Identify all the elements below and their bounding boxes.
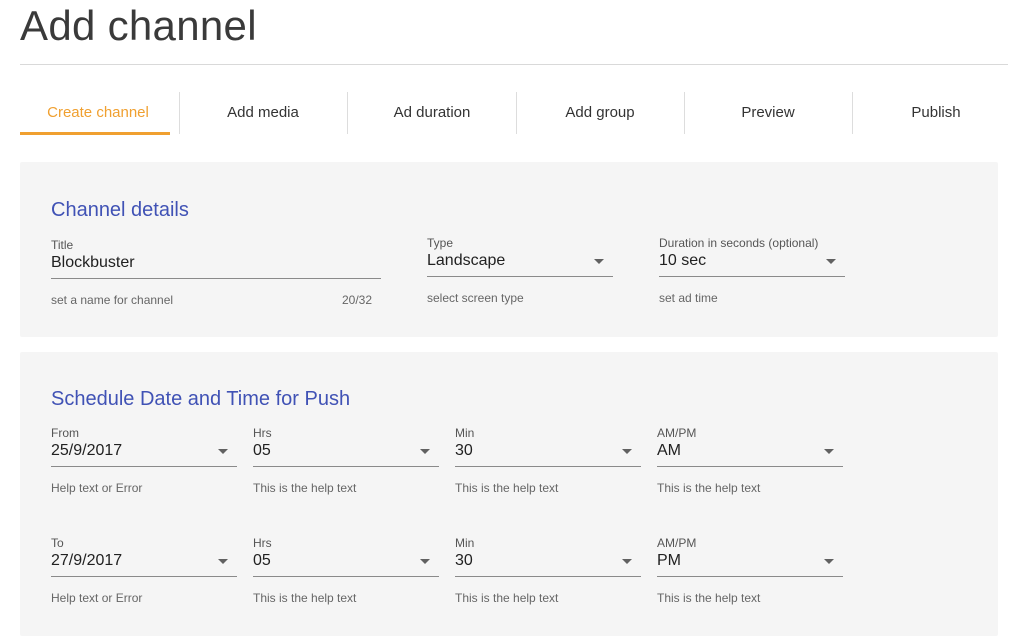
page-title: Add channel [20, 2, 257, 49]
dropdown-arrow-icon[interactable] [622, 449, 632, 454]
to-ampm-help-text: This is the help text [657, 591, 761, 605]
channel-details-card: Channel details Title Blockbuster set a … [20, 162, 998, 337]
type-value[interactable]: Landscape [427, 252, 505, 270]
duration-help-text: set ad time [659, 291, 718, 305]
to-date-underline [51, 576, 237, 577]
from-hrs-value[interactable]: 05 [253, 442, 271, 460]
step-add-group[interactable]: Add group [520, 92, 680, 134]
duration-value[interactable]: 10 sec [659, 252, 706, 270]
title-underline [51, 278, 381, 279]
step-publish[interactable]: Publish [856, 92, 1016, 134]
from-date-value[interactable]: 25/9/2017 [51, 442, 122, 460]
to-ampm-label: AM/PM [657, 536, 697, 550]
stepper: Create channel Add media Ad duration Add… [20, 92, 1017, 136]
duration-underline [659, 276, 845, 277]
from-date-help-text: Help text or Error [51, 481, 143, 495]
schedule-heading: Schedule Date and Time for Push [51, 388, 351, 410]
title-label: Title [51, 238, 74, 252]
dropdown-arrow-icon[interactable] [420, 449, 430, 454]
to-label: To [51, 536, 64, 550]
dropdown-arrow-icon[interactable] [594, 259, 604, 264]
from-min-help-text: This is the help text [455, 481, 559, 495]
channel-details-heading: Channel details [51, 199, 189, 221]
dropdown-arrow-icon[interactable] [420, 559, 430, 564]
title-char-counter: 20/32 [342, 293, 373, 307]
step-separator [852, 92, 853, 134]
title-help-text: set a name for channel [51, 293, 174, 307]
title-input[interactable]: Blockbuster [51, 254, 135, 272]
step-preview[interactable]: Preview [688, 92, 848, 134]
dropdown-arrow-icon[interactable] [826, 259, 836, 264]
from-hrs-underline [253, 466, 439, 467]
from-min-value[interactable]: 30 [455, 442, 473, 460]
title-divider [20, 64, 1008, 65]
from-date-underline [51, 466, 237, 467]
to-date-value[interactable]: 27/9/2017 [51, 552, 122, 570]
from-min-label: Min [455, 426, 475, 440]
dropdown-arrow-icon[interactable] [218, 559, 228, 564]
to-hrs-help-text: This is the help text [253, 591, 357, 605]
from-ampm-underline [657, 466, 843, 467]
to-min-value[interactable]: 30 [455, 552, 473, 570]
step-create-channel[interactable]: Create channel [18, 92, 178, 134]
duration-label: Duration in seconds (optional) [659, 236, 819, 250]
step-separator [179, 92, 180, 134]
type-help-text: select screen type [427, 291, 524, 305]
step-separator [516, 92, 517, 134]
to-ampm-underline [657, 576, 843, 577]
to-hrs-label: Hrs [253, 536, 272, 550]
dropdown-arrow-icon[interactable] [824, 559, 834, 564]
dropdown-arrow-icon[interactable] [824, 449, 834, 454]
to-min-underline [455, 576, 641, 577]
from-ampm-help-text: This is the help text [657, 481, 761, 495]
to-hrs-value[interactable]: 05 [253, 552, 271, 570]
from-hrs-help-text: This is the help text [253, 481, 357, 495]
to-date-help-text: Help text or Error [51, 591, 143, 605]
from-label: From [51, 426, 79, 440]
schedule-card: Schedule Date and Time for Push From 25/… [20, 352, 998, 636]
active-step-underline [20, 132, 170, 135]
dropdown-arrow-icon[interactable] [218, 449, 228, 454]
step-ad-duration[interactable]: Ad duration [352, 92, 512, 134]
step-separator [684, 92, 685, 134]
to-min-help-text: This is the help text [455, 591, 559, 605]
dropdown-arrow-icon[interactable] [622, 559, 632, 564]
type-underline [427, 276, 613, 277]
from-min-underline [455, 466, 641, 467]
from-hrs-label: Hrs [253, 426, 272, 440]
step-add-media[interactable]: Add media [183, 92, 343, 134]
type-label: Type [427, 236, 454, 250]
step-separator [347, 92, 348, 134]
to-hrs-underline [253, 576, 439, 577]
from-ampm-label: AM/PM [657, 426, 697, 440]
to-min-label: Min [455, 536, 475, 550]
from-ampm-value[interactable]: AM [657, 442, 681, 460]
to-ampm-value[interactable]: PM [657, 552, 681, 570]
